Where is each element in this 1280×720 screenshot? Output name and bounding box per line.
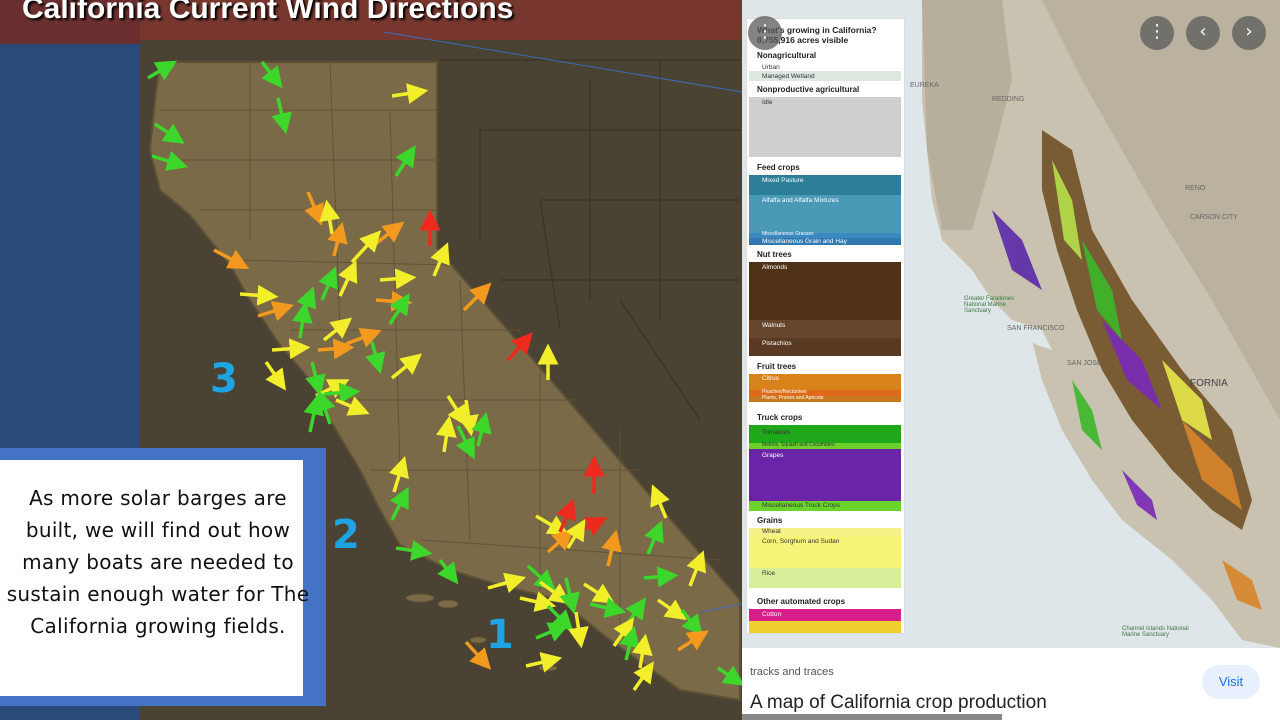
zone-label-3: 3	[210, 356, 238, 402]
legend-section: Nonproductive agricultural	[757, 85, 860, 94]
note-box: As more solar barges are built, we will …	[0, 448, 326, 706]
legend-section: Feed crops	[757, 163, 800, 172]
legend-item: Tomatoes	[762, 429, 791, 436]
place-label: REDDING	[992, 96, 1025, 103]
map-title: California Current Wind Directions	[22, 0, 514, 25]
legend-item: Pistachios	[762, 340, 792, 347]
legend-section: Nonagricultural	[757, 51, 817, 60]
place-label: RENO	[1185, 185, 1206, 192]
zone-label-1: 1	[486, 612, 514, 658]
legend-item: Miscellaneous Grasses	[762, 231, 814, 237]
result-card[interactable]: tracks and traces A map of California cr…	[742, 648, 1280, 720]
legend-section: Fruit trees	[757, 362, 797, 371]
legend-section: Grains	[757, 516, 783, 525]
legend-item: Walnuts	[762, 322, 786, 329]
legend-item: Rice	[762, 570, 776, 577]
more-icon[interactable]: ⋮	[1140, 16, 1174, 50]
more-icon[interactable]: ⋮	[748, 16, 782, 50]
place-label: FORNIA	[1190, 378, 1228, 389]
legend-item: Almonds	[762, 264, 788, 271]
zone-label-2: 2	[332, 512, 360, 558]
place-label: SAN JOSE	[1067, 360, 1102, 367]
crop-map-panel: EUREKA REDDING RENO CARSON CITY SAN FRAN…	[742, 0, 1280, 720]
crop-legend: What's growing in California? 8,755,916 …	[746, 18, 905, 634]
legend-item: Urban	[762, 64, 780, 71]
legend-item: Melons, Squash and Cucumbers	[762, 442, 835, 448]
legend-item: Miscellaneous Truck Crops	[762, 502, 841, 509]
legend-section: Other automated crops	[757, 597, 846, 606]
prev-icon[interactable]: ‹	[1186, 16, 1220, 50]
divider-strip	[742, 714, 1002, 720]
legend-item: Miscellaneous Grain and Hay	[762, 238, 847, 245]
legend-item: Managed Wetland	[762, 73, 815, 80]
place-label: Greater Farallones National Marine Sanct…	[964, 296, 1015, 314]
source-label: tracks and traces	[750, 666, 834, 678]
caption[interactable]: A map of California crop production	[750, 692, 1047, 714]
place-label: EUREKA	[910, 82, 939, 89]
wind-map-panel: California Current Wind Directions 3 2 1…	[0, 0, 742, 720]
visit-button[interactable]: Visit	[1202, 665, 1260, 699]
legend-item: Citrus	[762, 375, 779, 382]
legend-item: Plums, Prunes and Apricots	[762, 395, 824, 401]
place-label: Channel Islands National Marine Sanctuar…	[1122, 626, 1189, 638]
crop-map: EUREKA REDDING RENO CARSON CITY SAN FRAN…	[742, 0, 1280, 648]
legend-item: Cotton	[762, 611, 782, 618]
place-label: CARSON CITY	[1190, 214, 1238, 221]
legend-item: Corn, Sorghum and Sudan	[762, 538, 840, 545]
note-text: As more solar barges are built, we will …	[6, 486, 310, 638]
legend-item: Wheat	[762, 528, 781, 535]
legend-item: Grapes	[762, 452, 784, 459]
legend-section: Nut trees	[757, 250, 792, 259]
legend-section: Truck crops	[757, 413, 803, 422]
next-icon[interactable]: ›	[1232, 16, 1266, 50]
legend-item: Mixed Pasture	[762, 177, 804, 184]
place-label: SAN FRANCISCO	[1007, 325, 1065, 332]
legend-item: Idle	[762, 99, 773, 106]
legend-item: Alfalfa and Alfalfa Mixtures	[762, 197, 839, 204]
